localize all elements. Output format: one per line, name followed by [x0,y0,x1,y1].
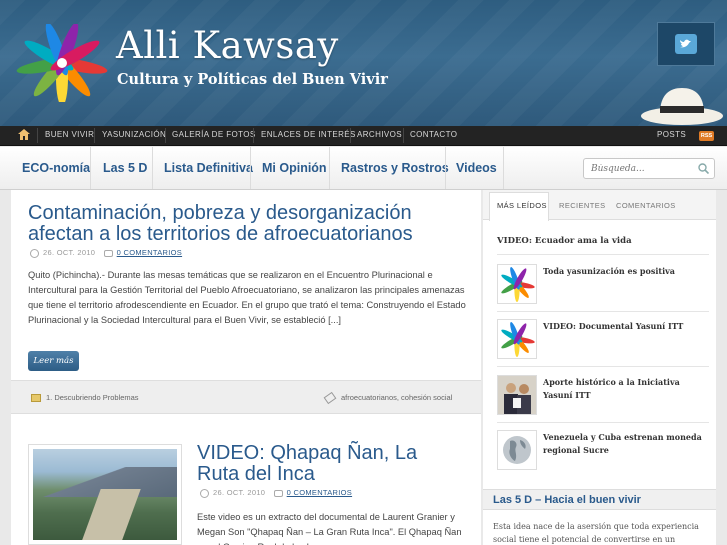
clock-icon [200,488,209,498]
nav-separator [403,128,404,143]
topnav-contacto[interactable]: CONTACTO [410,130,457,139]
home-icon[interactable] [18,129,30,140]
search-input[interactable] [591,162,691,176]
post-meta: 26. OCT. 2010 0 COMENTARIOS [200,488,352,498]
cat-separator [329,147,330,189]
cat-separator [250,147,251,189]
nav-separator [253,128,254,143]
cat-videos[interactable]: Videos [456,161,497,175]
twitter-icon [675,34,697,54]
topnav-yasunizacion[interactable]: YASUNIZACIÓN [102,130,166,139]
nav-separator [37,128,38,143]
cat-separator [503,147,504,189]
sidebar-tabs: MÁS LEÍDOS RECIENTES COMENTARIOS [483,190,716,221]
nav-separator [94,128,95,143]
post-meta: 26. OCT. 2010 0 COMENTARIOS [30,248,182,258]
site-tagline: Cultura y Políticas del Buen Vivir [117,71,388,88]
site-title[interactable]: Alli Kawsay [116,24,339,67]
twitter-button[interactable] [657,22,715,66]
list-item[interactable]: Venezuela y Cuba estrenan moneda regiona… [497,430,709,472]
tag-icon [323,391,337,405]
comment-icon [103,249,113,257]
nav-separator [350,128,351,143]
main-content: Contaminación, pobreza y desorganización… [11,190,481,545]
post-tags[interactable]: afroecuatorianos, cohesión social [323,391,452,405]
topnav-enlaces[interactable]: ENLACES DE INTERÉS [261,130,356,139]
list-item-title[interactable]: Aporte histórico a la Iniciativa Yasuní … [543,376,703,402]
cat-separator [90,147,91,189]
clock-icon [30,248,39,258]
post-title[interactable]: Contaminación, pobreza y desorganización… [28,203,458,245]
list-item[interactable]: VIDEO: Documental Yasuní ITT [497,319,709,361]
search-box[interactable] [583,158,715,179]
cat-rastros-y-rostros[interactable]: Rastros y Rostros [341,161,449,175]
post-title[interactable]: VIDEO: Qhapaq Ñan, La Ruta del Inca [197,443,447,485]
read-more-button[interactable]: Leer más [28,351,79,371]
flower-logo-icon [497,264,537,304]
post-excerpt: Este video es un extracto del documental… [197,512,462,545]
topnav-archivos[interactable]: ARCHIVOS [357,130,402,139]
globe-icon [497,430,537,470]
divider [497,254,709,255]
topnav-buen-vivir[interactable]: BUEN VIVIR [45,130,94,139]
list-item-title[interactable]: Toda yasunización es positiva [543,265,703,278]
rss-icon[interactable]: RSS [699,131,714,141]
widget-header: Las 5 D – Hacia el buen vivir [483,489,716,510]
divider [497,311,709,312]
site-header: Alli Kawsay Cultura y Políticas del Buen… [0,0,727,126]
cat-economia[interactable]: ECO-nomía [22,161,90,175]
cat-lista-definitiva[interactable]: Lista Definitiva [164,161,253,175]
list-item-title[interactable]: VIDEO: Documental Yasuní ITT [543,320,703,333]
category-nav: ECO-nomía Las 5 D Lista Definitiva Mi Op… [0,147,727,190]
inca-road-photo [33,449,177,540]
post-thumbnail[interactable] [28,444,182,545]
search-icon[interactable] [698,163,709,174]
widget-title[interactable]: Las 5 D – Hacia el buen vivir [493,494,641,506]
tab-recientes[interactable]: RECIENTES [559,201,606,210]
list-item-title[interactable]: Venezuela y Cuba estrenan moneda regiona… [543,431,703,457]
post-date: 26. OCT. 2010 [213,488,266,497]
divider [497,366,709,367]
nav-separator [165,128,166,143]
cat-las-5-d[interactable]: Las 5 D [103,161,147,175]
topnav-posts[interactable]: POSTS [657,130,686,139]
tab-mas-leidos[interactable]: MÁS LEÍDOS [497,201,547,210]
post-category[interactable]: 1. Descubriendo Problemas [31,393,139,403]
list-item[interactable]: Toda yasunización es positiva [497,264,709,306]
cat-separator [445,147,446,189]
top-nav: BUEN VIVIR YASUNIZACIÓN GALERÍA DE FOTOS… [0,126,727,146]
flower-logo-icon [497,319,537,359]
post-comments-link[interactable]: 0 COMENTARIOS [117,248,182,257]
flower-logo-icon[interactable] [14,24,110,102]
sidebar: MÁS LEÍDOS RECIENTES COMENTARIOS VIDEO: … [483,190,716,545]
cat-separator [152,147,153,189]
sidebar-link[interactable]: VIDEO: Ecuador ama la vida [497,236,632,246]
post-date: 26. OCT. 2010 [43,248,96,257]
topnav-galeria[interactable]: GALERÍA DE FOTOS [172,130,256,139]
post-comments-link[interactable]: 0 COMENTARIOS [287,488,352,497]
people-photo-icon [497,375,537,415]
comment-icon [273,489,283,497]
cat-mi-opinion[interactable]: Mi Opinión [262,161,327,175]
post-excerpt: Quito (Pichincha).- Durante las mesas te… [28,270,466,325]
panama-hat-icon [641,88,723,125]
tab-comentarios[interactable]: COMENTARIOS [616,201,676,210]
post-footer: 1. Descubriendo Problemas afroecuatorian… [11,380,481,414]
widget-text: Esta idea nace de la asersión que toda e… [493,522,699,544]
list-item[interactable]: Aporte histórico a la Iniciativa Yasuní … [497,375,709,417]
divider [497,422,709,423]
folder-icon [31,394,41,403]
